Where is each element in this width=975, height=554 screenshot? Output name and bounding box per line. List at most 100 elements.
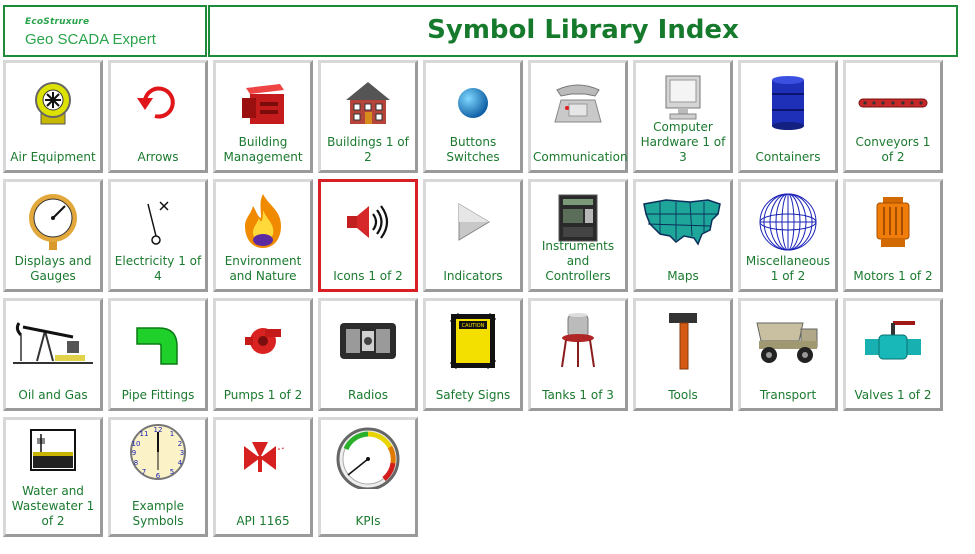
- tile-label: Containers: [755, 150, 821, 164]
- svg-text:CAUTION: CAUTION: [462, 323, 485, 329]
- svg-text:3: 3: [180, 449, 184, 457]
- tile-buttons-switches[interactable]: Buttons Switches: [423, 60, 523, 173]
- tile-label: Buttons Switches: [446, 135, 500, 164]
- svg-text:9: 9: [132, 449, 136, 457]
- tile-pipe-fittings[interactable]: Pipe Fittings: [108, 298, 208, 411]
- tile-motors[interactable]: Motors 1 of 2: [843, 179, 943, 292]
- brand-bottom: Geo SCADA Expert: [25, 31, 156, 48]
- telephone-icon: [531, 69, 625, 137]
- tile-instruments-controllers[interactable]: Instruments and Controllers: [528, 179, 628, 292]
- fire-icon: [216, 188, 310, 256]
- tile-label: Air Equipment: [10, 150, 96, 164]
- tile-safety-signs[interactable]: CAUTION Safety Signs: [423, 298, 523, 411]
- triangle-indicator-icon: [426, 188, 520, 256]
- pressure-gauge-icon: [6, 188, 100, 256]
- tile-oil-gas[interactable]: Oil and Gas: [3, 298, 103, 411]
- switch-contact-icon: [111, 188, 205, 256]
- tile-communication[interactable]: Communication: [528, 60, 628, 173]
- tile-label: Transport: [759, 388, 817, 402]
- tile-label: Building Management: [223, 135, 303, 164]
- radio-icon: [321, 307, 415, 375]
- tile-buildings[interactable]: Buildings 1 of 2: [318, 60, 418, 173]
- brand-logo: EcoStruxure Geo SCADA Expert: [3, 5, 207, 57]
- tile-building-management[interactable]: Building Management: [213, 60, 313, 173]
- tile-transport[interactable]: Transport: [738, 298, 838, 411]
- round-button-icon: [426, 69, 520, 137]
- valve-icon: [846, 307, 940, 375]
- speaker-icon: [321, 188, 415, 256]
- tile-displays-gauges[interactable]: Displays and Gauges: [3, 179, 103, 292]
- tile-computer-hardware[interactable]: Computer Hardware 1 of 3: [633, 60, 733, 173]
- tile-label: Valves 1 of 2: [854, 388, 932, 402]
- svg-text:10: 10: [132, 440, 141, 448]
- tile-pumps[interactable]: Pumps 1 of 2: [213, 298, 313, 411]
- tile-label: Instruments and Controllers: [541, 239, 615, 283]
- brand-top: EcoStruxure: [25, 17, 90, 27]
- tile-label: Indicators: [443, 269, 503, 283]
- tile-api-1165[interactable]: API 1165: [213, 417, 313, 537]
- tile-kpis[interactable]: KPIs: [318, 417, 418, 537]
- tile-miscellaneous[interactable]: Miscellaneous 1 of 2: [738, 179, 838, 292]
- tile-label: Safety Signs: [435, 388, 511, 402]
- tile-containers[interactable]: Containers: [738, 60, 838, 173]
- circular-arrow-icon: [111, 69, 205, 137]
- tile-maps[interactable]: Maps: [633, 179, 733, 292]
- tile-label: Pumps 1 of 2: [223, 388, 303, 402]
- tile-tools[interactable]: Tools: [633, 298, 733, 411]
- barrel-icon: [741, 69, 835, 137]
- tile-air-equipment[interactable]: Air Equipment: [3, 60, 103, 173]
- clock-icon: 12 1 2 345 678 9 10 11: [111, 422, 205, 482]
- brick-house-icon: [321, 69, 415, 137]
- tile-conveyors[interactable]: Conveyors 1 of 2: [843, 60, 943, 173]
- tile-label: Oil and Gas: [18, 388, 88, 402]
- tile-indicators[interactable]: Indicators: [423, 179, 523, 292]
- tile-arrows[interactable]: Arrows: [108, 60, 208, 173]
- fan-blower-icon: [6, 69, 100, 137]
- tile-label: Electricity 1 of 4: [114, 254, 202, 283]
- kpi-gauge-icon: [321, 422, 415, 492]
- tile-label: Pipe Fittings: [121, 388, 195, 402]
- caution-sign-icon: CAUTION: [426, 307, 520, 375]
- hammer-icon: [636, 307, 730, 375]
- tile-icons[interactable]: Icons 1 of 2: [318, 179, 418, 292]
- tile-label: API 1165: [236, 514, 290, 528]
- tile-valves[interactable]: Valves 1 of 2: [843, 298, 943, 411]
- svg-text:4: 4: [178, 459, 183, 467]
- wire-globe-icon: [741, 188, 835, 256]
- tile-label: Buildings 1 of 2: [327, 135, 409, 164]
- pumpjack-icon: [6, 307, 100, 375]
- water-tank-icon: [531, 307, 625, 375]
- tile-label: Miscellaneous 1 of 2: [745, 254, 831, 283]
- tile-environment-nature[interactable]: Environment and Nature: [213, 179, 313, 292]
- tile-label: Arrows: [137, 150, 179, 164]
- svg-text:11: 11: [140, 430, 149, 438]
- header: EcoStruxure Geo SCADA Expert Symbol Libr…: [3, 5, 958, 57]
- conveyor-icon: [846, 69, 940, 137]
- usa-map-icon: [636, 188, 730, 256]
- svg-text:5: 5: [170, 468, 174, 476]
- pump-icon: [216, 307, 310, 375]
- title-box: Symbol Library Index: [208, 5, 958, 57]
- tile-label: Water and Wastewater 1 of 2: [11, 484, 95, 528]
- dump-truck-icon: [741, 307, 835, 375]
- tile-label: Tanks 1 of 3: [542, 388, 614, 402]
- tile-label: Icons 1 of 2: [333, 269, 403, 283]
- symbol-grid: Air Equipment Arrows Building Management: [3, 60, 961, 554]
- tile-electricity[interactable]: Electricity 1 of 4: [108, 179, 208, 292]
- svg-text:1: 1: [170, 430, 174, 438]
- svg-text:2: 2: [178, 440, 182, 448]
- tile-label: Example Symbols: [131, 499, 185, 528]
- page-title: Symbol Library Index: [427, 15, 739, 45]
- tile-label: Tools: [668, 388, 698, 402]
- svg-text:7: 7: [142, 468, 146, 476]
- tile-label: Radios: [348, 388, 388, 402]
- tile-label: Maps: [667, 269, 699, 283]
- wastewater-tank-icon: [6, 422, 100, 478]
- tile-tanks[interactable]: Tanks 1 of 3: [528, 298, 628, 411]
- svg-text:8: 8: [134, 459, 138, 467]
- tile-example-symbols[interactable]: 12 1 2 345 678 9 10 11 Example Symbols: [108, 417, 208, 537]
- tile-radios[interactable]: Radios: [318, 298, 418, 411]
- tile-water-wastewater[interactable]: Water and Wastewater 1 of 2: [3, 417, 103, 537]
- hvac-unit-icon: [216, 69, 310, 137]
- api-valve-icon: [216, 428, 310, 488]
